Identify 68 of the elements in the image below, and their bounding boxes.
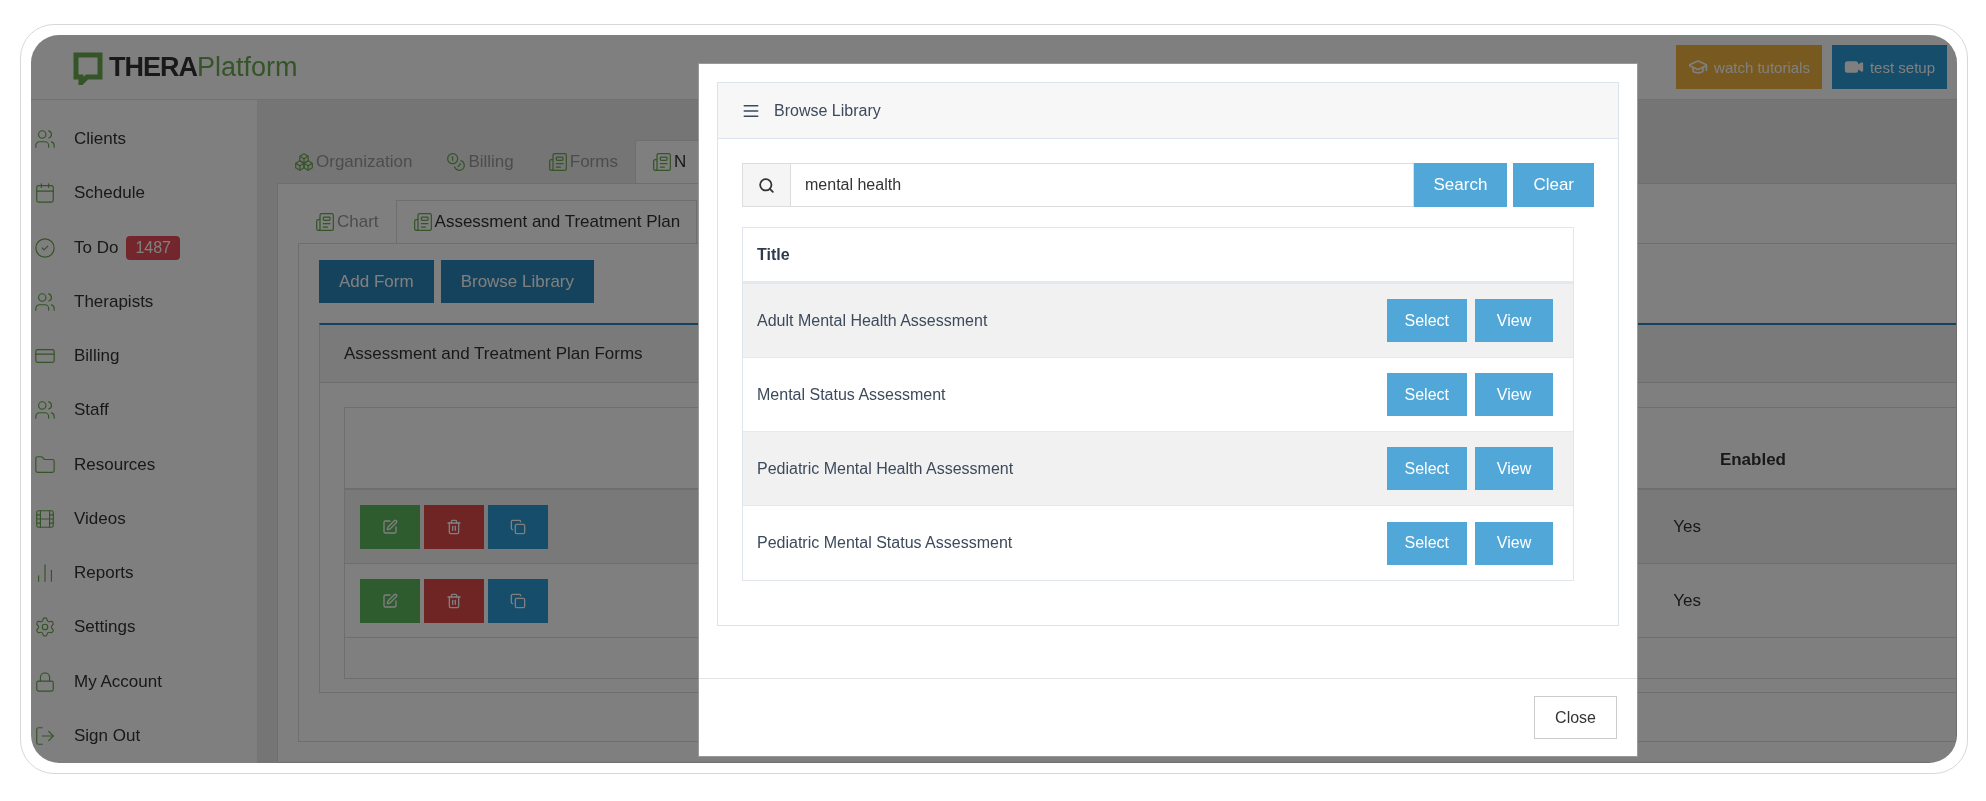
settings-icon — [34, 616, 56, 639]
column-header: Title — [757, 245, 790, 264]
logo-text: THERAPlatform — [109, 51, 298, 83]
newspaper-icon — [315, 212, 335, 232]
table-cell-text: Pediatric Mental Status Assessment — [757, 534, 1014, 552]
test-setup-button[interactable]: test setup — [1831, 45, 1947, 89]
copy-icon — [510, 592, 526, 609]
users-icon — [34, 128, 56, 151]
sidebar-item[interactable]: To Do — [74, 237, 119, 258]
count-badge: 1487 — [126, 235, 180, 260]
column-header: Enabled — [1719, 450, 1786, 470]
film-icon — [34, 507, 56, 530]
search-button[interactable]: Search — [1413, 163, 1508, 207]
delete-button[interactable] — [424, 578, 484, 623]
users-icon — [34, 399, 56, 422]
sidebar-item[interactable]: Settings — [74, 617, 136, 638]
table-cell: Yes — [1673, 590, 1701, 611]
sidebar-item[interactable]: Reports — [74, 563, 134, 584]
boxes-icon — [294, 152, 314, 172]
check-circle-icon — [34, 236, 56, 259]
lock-icon — [34, 670, 56, 693]
sidebar-item[interactable]: Schedule — [74, 183, 145, 204]
table-cell-text: Pediatric Mental Health Assessment — [757, 459, 1015, 478]
copy-button[interactable] — [488, 504, 548, 549]
select-button[interactable]: Select — [1386, 299, 1467, 342]
sidebar-item[interactable]: Sign Out — [74, 725, 141, 746]
newspaper-icon — [651, 152, 672, 172]
select-button[interactable]: Select — [1386, 447, 1467, 490]
graduation-cap-icon — [1688, 57, 1709, 77]
clear-button[interactable]: Clear — [1513, 163, 1594, 207]
edit-button[interactable] — [360, 504, 420, 549]
table-cell-text: Mental Status Assessment — [757, 385, 947, 404]
browse-library-button[interactable]: Browse Library — [440, 260, 594, 303]
newspaper-icon — [412, 212, 433, 232]
folder-icon — [34, 453, 56, 476]
add-form-button[interactable]: Add Form — [319, 260, 434, 303]
sidebar-item[interactable]: Staff — [74, 400, 109, 421]
edit-button[interactable] — [360, 578, 420, 623]
copy-icon — [510, 518, 526, 535]
search-field[interactable]: mental health — [790, 163, 1414, 207]
edit-icon — [382, 518, 398, 535]
sidebar-item[interactable]: Billing — [74, 346, 120, 367]
select-button[interactable]: Select — [1386, 373, 1467, 416]
copy-button[interactable] — [488, 578, 548, 623]
table-cell: Yes — [1673, 516, 1701, 537]
view-button[interactable]: View — [1475, 299, 1553, 342]
newspaper-icon — [547, 152, 568, 172]
users-icon — [34, 290, 56, 313]
sidebar-item[interactable]: Videos — [74, 508, 126, 529]
search-icon — [758, 176, 775, 194]
trash-icon — [446, 592, 462, 609]
view-button[interactable]: View — [1475, 521, 1553, 565]
sidebar-item[interactable]: Clients — [74, 129, 126, 150]
view-button[interactable]: View — [1475, 447, 1553, 490]
dialog-title: Browse Library — [774, 101, 881, 120]
close-button[interactable]: Close — [1534, 696, 1617, 739]
select-button[interactable]: Select — [1386, 521, 1467, 565]
view-button[interactable]: View — [1475, 373, 1553, 416]
trash-icon — [446, 518, 462, 535]
sign-out-icon — [34, 724, 56, 747]
edit-icon — [382, 592, 398, 609]
sidebar-item[interactable]: My Account — [74, 671, 162, 692]
sidebar-item[interactable]: Resources — [74, 454, 156, 475]
sidebar-item[interactable]: Therapists — [74, 291, 154, 312]
calendar-icon — [34, 182, 56, 205]
delete-button[interactable] — [424, 504, 484, 549]
tab[interactable]: Assessment and Treatment Plan — [395, 200, 698, 243]
tutorials-button[interactable]: watch tutorials — [1676, 45, 1822, 89]
